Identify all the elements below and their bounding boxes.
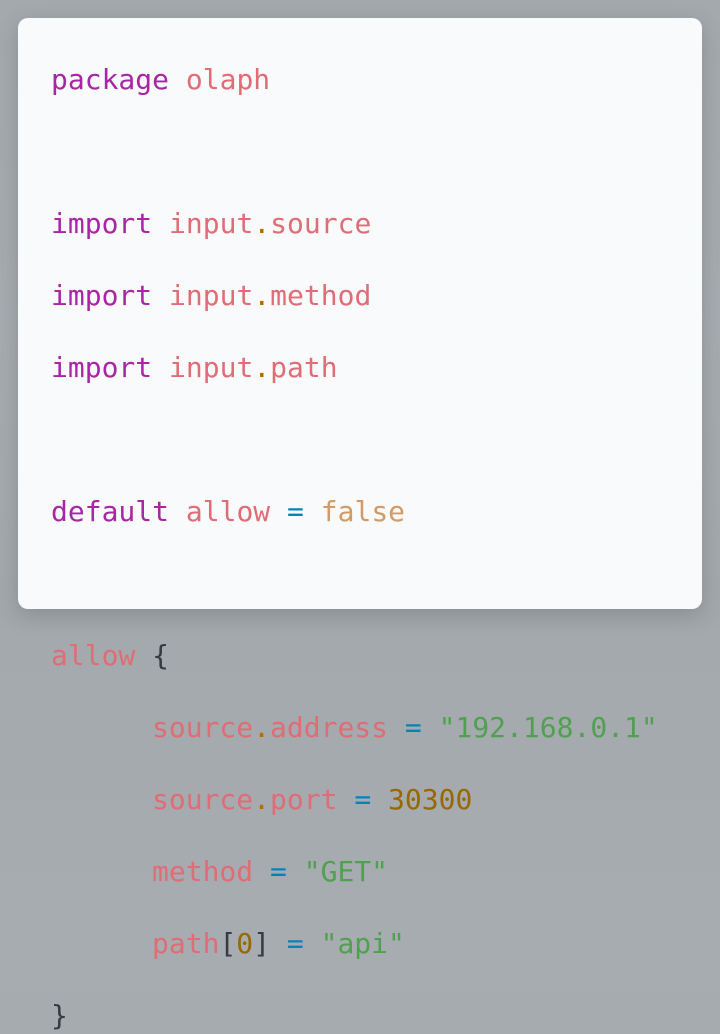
import-base: input [169, 351, 254, 384]
assign-operator: = [286, 927, 304, 960]
import-member: method [270, 279, 372, 312]
index-value: 0 [236, 927, 254, 960]
close-brace: } [51, 999, 68, 1032]
import-base: input [169, 207, 254, 240]
assign-operator: = [404, 711, 422, 744]
string-value: "api" [320, 927, 405, 960]
import-keyword: import [51, 279, 153, 312]
import-base: input [169, 279, 254, 312]
default-keyword: default [51, 495, 170, 528]
close-bracket: ] [253, 927, 271, 960]
package-name: olaph [185, 63, 271, 96]
assign-operator: = [287, 495, 304, 528]
condition-dot: . [253, 783, 271, 816]
condition-member: address [270, 711, 389, 744]
code-line-package: package olaph [51, 62, 658, 98]
condition-name: path [152, 927, 220, 960]
code-card: package olaph import input.source import… [18, 18, 702, 1032]
package-keyword: package [51, 63, 170, 96]
code-line-default: default allow = false [51, 494, 658, 530]
condition-name: method [152, 855, 254, 888]
string-value: "GET" [303, 855, 389, 888]
default-rule-name: allow [185, 495, 271, 528]
number-value: 30300 [388, 783, 473, 816]
condition-member: port [270, 783, 338, 816]
condition-base: source [152, 711, 254, 744]
import-keyword: import [51, 351, 153, 384]
assign-operator: = [270, 855, 287, 888]
code-line-condition: path[0] = "api" [51, 926, 658, 962]
import-member: source [270, 207, 372, 240]
code-line-import: import input.method [51, 278, 658, 314]
code-line-condition: source.address = "192.168.0.1" [51, 710, 658, 746]
import-dot: . [253, 351, 271, 384]
code-line-import: import input.path [51, 350, 658, 386]
code-line-allow-open: allow { [51, 638, 658, 674]
code-line-condition: method = "GET" [51, 854, 658, 890]
code-line-allow-close: } [51, 998, 658, 1034]
allow-rule-name: allow [51, 639, 136, 672]
code-block: package olaph import input.source import… [51, 62, 658, 1034]
string-value: "192.168.0.1" [438, 711, 658, 744]
default-value: false [320, 495, 406, 528]
condition-dot: . [253, 711, 271, 744]
import-member: path [270, 351, 338, 384]
code-line-condition: source.port = 30300 [51, 782, 658, 818]
assign-operator: = [354, 783, 372, 816]
code-line-import: import input.source [51, 206, 658, 242]
import-dot: . [253, 279, 271, 312]
import-dot: . [253, 207, 271, 240]
import-keyword: import [51, 207, 153, 240]
condition-base: source [152, 783, 254, 816]
open-brace: { [152, 639, 170, 672]
open-bracket: [ [219, 927, 237, 960]
